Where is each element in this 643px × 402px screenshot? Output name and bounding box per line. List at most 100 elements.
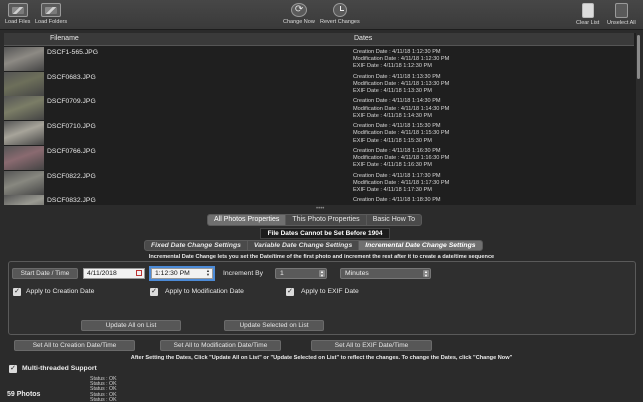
document-icon <box>581 3 594 18</box>
multithread-label: Multi-threaded Support <box>22 365 97 372</box>
creation-date: Creation Date : 4/11/18 1:14:30 PM <box>353 98 441 105</box>
set-all-creation-button[interactable]: Set All to Creation Date/Time <box>14 340 135 351</box>
tab-properties-2[interactable]: Basic How To <box>367 215 421 225</box>
tab-date-mode-2[interactable]: Incremental Date Change Settings <box>359 241 482 250</box>
exif-date: EXIF Date : 4/11/18 1:13:30 PM <box>353 88 432 95</box>
file-dates: Creation Date : 4/11/18 1:12:30 PM Modifi… <box>353 49 449 71</box>
creation-date: Creation Date : 4/11/18 1:12:30 PM <box>353 49 441 55</box>
update-selected-button[interactable]: Update Selected on List <box>224 320 324 331</box>
apply-modification-label: Apply to Modification Date <box>165 288 244 295</box>
photo-thumbnail <box>4 71 44 96</box>
exif-date: EXIF Date : 4/11/18 1:12:30 PM <box>353 63 432 70</box>
creation-date: Creation Date : 4/11/18 1:17:30 PM <box>353 172 441 179</box>
property-tabs: All Photos Properties This Photo Properti… <box>207 214 422 226</box>
chevron-updown-icon: ▲ ▼ <box>423 269 429 278</box>
stepper-icon[interactable]: ▲ ▼ <box>319 270 325 277</box>
date-change-mode-tabs: Fixed Date Change Settings Variable Date … <box>144 240 483 251</box>
clock-icon <box>332 3 347 17</box>
file-name: DSCF0710.JPG <box>47 123 96 131</box>
file-name: DSCF1-565.JPG <box>47 49 98 56</box>
creation-date: Creation Date : 4/11/18 1:16:30 PM <box>353 147 441 154</box>
increment-value-stepper[interactable]: 1 ▲ ▼ <box>275 268 327 279</box>
documents-icon <box>614 3 628 18</box>
update-all-button[interactable]: Update All on List <box>81 320 181 331</box>
file-dates: Creation Date : 4/11/18 1:13:30 PM Modifi… <box>353 74 449 96</box>
scrollbar-thumb[interactable] <box>637 35 640 79</box>
tab-date-mode-1[interactable]: Variable Date Change Settings <box>248 241 360 250</box>
load-folders-button[interactable]: Load Folders <box>35 3 67 29</box>
tab-properties-1[interactable]: This Photo Properties <box>286 215 367 225</box>
file-list[interactable]: Filename Dates DSCF1-565.JPG Creation Dat… <box>4 33 641 205</box>
file-name: DSCF0683.JPG <box>47 73 96 81</box>
toolbar: Load Files Load Folders Change Now Rever… <box>0 0 643 30</box>
multithread-checkbox[interactable]: ✓ <box>9 365 17 373</box>
photo-thumbnail <box>4 96 44 121</box>
filename-column-header[interactable]: Filename <box>50 35 79 42</box>
apply-creation-checkbox[interactable]: ✓ <box>13 288 21 296</box>
load-files-label: Load Files <box>5 19 31 25</box>
file-dates: Creation Date : 4/11/18 1:18:30 PM <box>353 197 441 204</box>
dates-column-header[interactable]: Dates <box>354 35 372 42</box>
splitter-handle[interactable]: •••• <box>316 206 324 212</box>
change-now-button[interactable]: Change Now <box>283 3 315 29</box>
file-name: DSCF0822.JPG <box>47 172 96 180</box>
file-name: DSCF0709.JPG <box>47 98 96 106</box>
image-icon <box>7 3 28 17</box>
apply-exif-label: Apply to EXIF Date <box>301 288 359 295</box>
creation-date: Creation Date : 4/11/18 1:15:30 PM <box>353 123 441 130</box>
start-date-time-button[interactable]: Start Date / Time <box>12 268 78 279</box>
clear-list-button[interactable]: Clear List <box>576 3 599 29</box>
increment-unit-select[interactable]: Minutes ▲ ▼ <box>340 268 431 279</box>
images-icon <box>41 3 62 17</box>
file-name: DSCF0832.JPG <box>47 197 96 205</box>
tab-properties-0[interactable]: All Photos Properties <box>208 215 287 225</box>
file-dates: Creation Date : 4/11/18 1:16:30 PM Modifi… <box>353 148 449 170</box>
unselect-all-button[interactable]: Unselect All <box>607 3 636 29</box>
modification-date: Modification Date : 4/11/18 1:16:30 PM <box>353 155 450 161</box>
exif-date: EXIF Date : 4/11/18 1:15:30 PM <box>353 137 432 144</box>
load-files-button[interactable]: Load Files <box>5 3 30 29</box>
apply-modification-checkbox[interactable]: ✓ <box>150 288 158 296</box>
set-all-modification-button[interactable]: Set All to Modification Date/Time <box>160 340 281 351</box>
apply-creation-label: Apply to Creation Date <box>26 288 95 295</box>
after-setting-note: After Setting the Dates, Click "Update A… <box>130 355 513 361</box>
file-name: DSCF0766.JPG <box>47 147 96 155</box>
increment-unit-value: Minutes <box>345 270 369 277</box>
start-date-field[interactable]: 4/11/2018 <box>83 268 145 279</box>
unselect-all-label: Unselect All <box>607 20 636 26</box>
increment-by-label: Increment By <box>223 270 264 277</box>
increment-value: 1 <box>280 270 284 277</box>
calendar-icon[interactable] <box>136 270 142 276</box>
table-row[interactable]: DSCF1-565.JPG Creation Date : 4/11/18 1:1… <box>4 47 634 72</box>
refresh-icon <box>290 3 307 17</box>
exif-date: EXIF Date : 4/11/18 1:14:30 PM <box>353 112 432 119</box>
apply-exif-checkbox[interactable]: ✓ <box>286 288 294 296</box>
photo-count: 59 Photos <box>7 391 41 398</box>
change-now-label: Change Now <box>283 19 315 25</box>
start-time-field[interactable]: 1:12:30 PM ▲ ▼ <box>149 266 215 281</box>
table-row[interactable]: DSCF0766.JPG Creation Date : 4/11/18 1:16… <box>4 145 634 171</box>
date-warning: File Dates Cannot be Set Before 1904 <box>260 228 390 239</box>
time-stepper-icon[interactable]: ▲ ▼ <box>205 269 211 278</box>
table-row[interactable]: DSCF0832.JPG Creation Date : 4/11/18 1:18… <box>4 195 634 205</box>
photo-thumbnail <box>4 195 44 205</box>
exif-date: EXIF Date : 4/11/18 1:17:30 PM <box>353 186 432 193</box>
modification-date: Modification Date : 4/11/18 1:14:30 PM <box>353 105 450 112</box>
tab-date-mode-0[interactable]: Fixed Date Change Settings <box>145 241 248 250</box>
photo-thumbnail <box>4 170 44 195</box>
table-row[interactable]: DSCF0710.JPG Creation Date : 4/11/18 1:15… <box>4 121 634 146</box>
modification-date: Modification Date : 4/11/18 1:17:30 PM <box>353 179 450 186</box>
list-scrollbar[interactable] <box>636 33 641 205</box>
exif-date: EXIF Date : 4/11/18 1:16:30 PM <box>353 162 432 169</box>
file-dates: Creation Date : 4/11/18 1:14:30 PM Modifi… <box>353 98 449 120</box>
set-all-exif-button[interactable]: Set All to EXIF Date/Time <box>311 340 432 351</box>
file-dates: Creation Date : 4/11/18 1:17:30 PM Modifi… <box>353 173 449 195</box>
photo-thumbnail <box>4 121 44 146</box>
table-row[interactable]: DSCF0683.JPG Creation Date : 4/11/18 1:13… <box>4 71 634 97</box>
creation-date: Creation Date : 4/11/18 1:13:30 PM <box>353 73 441 80</box>
revert-changes-button[interactable]: Revert Changes <box>320 3 360 29</box>
incremental-settings-panel: Start Date / Time 4/11/2018 1:12:30 PM ▲… <box>8 261 636 335</box>
modification-date: Modification Date : 4/11/18 1:12:30 PM <box>353 56 450 63</box>
table-row[interactable]: DSCF0822.JPG Creation Date : 4/11/18 1:17… <box>4 170 634 196</box>
table-row[interactable]: DSCF0709.JPG Creation Date : 4/11/18 1:14… <box>4 96 634 121</box>
